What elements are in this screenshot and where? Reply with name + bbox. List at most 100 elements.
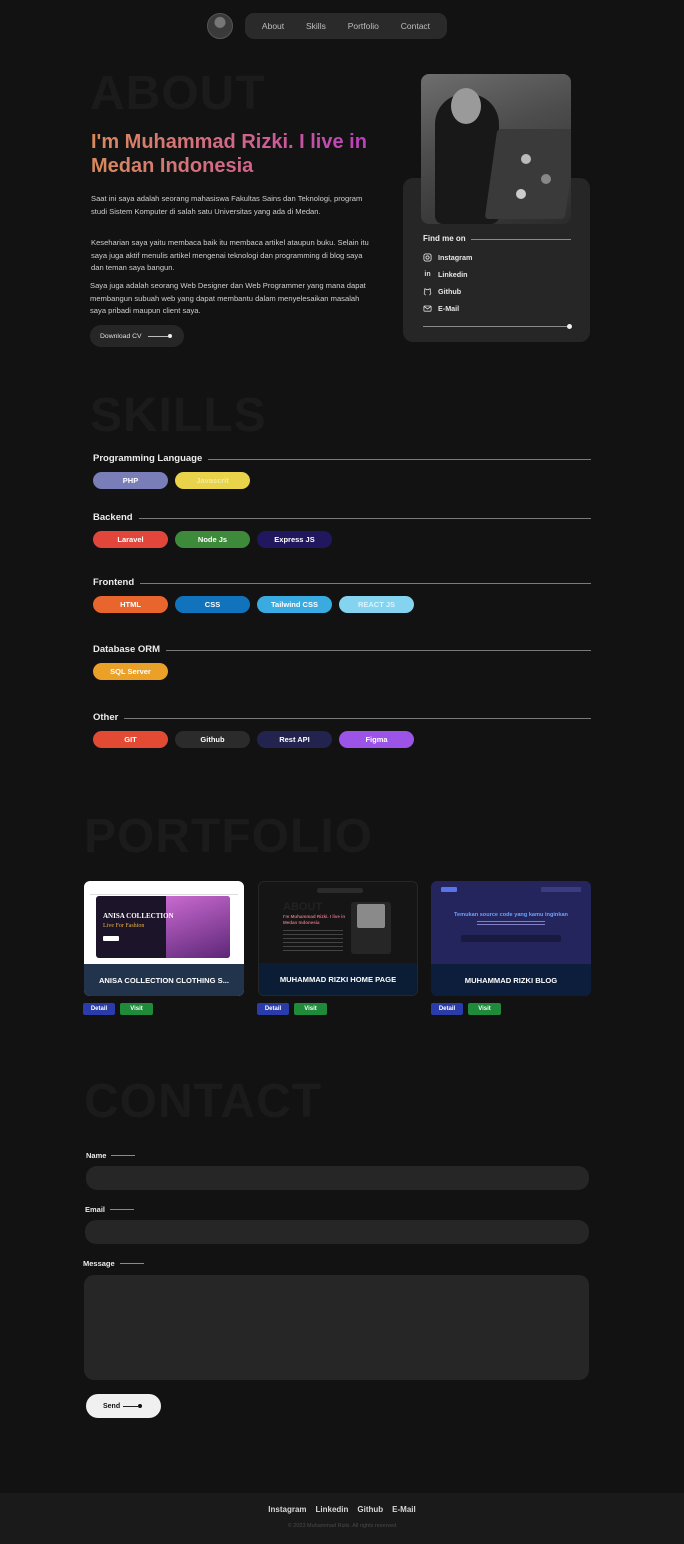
nav-about[interactable]: About (262, 21, 284, 31)
download-cv-label: Download CV (100, 332, 142, 340)
linkedin-icon: in (424, 271, 431, 278)
social-link-instagram[interactable]: Instagram (423, 253, 472, 262)
skill-badge: REACT JS (339, 596, 414, 613)
name-label-text: Name (86, 1151, 107, 1160)
skills-section-title: SKILLS (90, 389, 267, 442)
profile-photo (421, 74, 571, 224)
copyright: © 2023 Muhammad Rizki. All rights reserv… (287, 1523, 397, 1529)
visit-button[interactable]: Visit (120, 1003, 153, 1015)
skill-badge: GIT (93, 731, 168, 748)
email-field[interactable] (85, 1220, 589, 1244)
send-button[interactable]: Send (86, 1394, 161, 1418)
message-label-text: Message (83, 1259, 115, 1268)
mail-icon (423, 304, 432, 313)
about-headline: I'm Muhammad Rizki. I live in Medan Indo… (91, 130, 391, 178)
footer-link-instagram[interactable]: Instagram (268, 1505, 306, 1514)
button-dot (167, 334, 172, 338)
github-icon (423, 287, 432, 296)
thumb-navbar (90, 887, 238, 895)
name-field[interactable] (86, 1166, 589, 1190)
footer-link-linkedin[interactable]: Linkedin (316, 1505, 349, 1514)
detail-button[interactable]: Detail (257, 1003, 289, 1015)
skill-category-title: Frontend (93, 577, 135, 588)
divider (471, 239, 571, 240)
thumb-button (103, 936, 119, 941)
button-dot (138, 1404, 143, 1408)
skill-category-title: Programming Language (93, 453, 203, 464)
footer-links: Instagram Linkedin Github E-Mail (0, 1505, 684, 1514)
skill-badge: SQL Server (93, 663, 168, 680)
thumb-heading: ABOUT (283, 901, 323, 913)
thumb-model (166, 896, 230, 958)
portfolio-card[interactable]: Temukan source code yang kamu inginkan M… (431, 881, 591, 996)
about-paragraph: Keseharian saya yaitu membaca baik itu m… (91, 238, 369, 272)
button-line (123, 1405, 139, 1407)
visit-button[interactable]: Visit (468, 1003, 501, 1015)
nav-skills[interactable]: Skills (306, 21, 326, 31)
about-paragraph: Saya juga adalah seorang Web Designer da… (90, 281, 366, 315)
skill-badge: Github (175, 731, 250, 748)
skill-badge: CSS (175, 596, 250, 613)
message-label: Message (83, 1259, 144, 1268)
divider-dot (567, 324, 572, 329)
thumb-photo (357, 904, 385, 928)
skill-badge: Javascrit (175, 472, 250, 489)
skill-badge: PHP (93, 472, 168, 489)
social-link-github[interactable]: Github (423, 287, 461, 296)
portfolio-card-title: ANISA COLLECTION CLOTHING S... (84, 964, 244, 996)
thumb-search (461, 935, 561, 942)
portfolio-card[interactable]: ABOUT I'm Muhammad Rizki. I live in Meda… (258, 881, 418, 996)
thumb-heading: ANISA COLLECTION (103, 912, 174, 920)
footer-link-email[interactable]: E-Mail (392, 1505, 416, 1514)
social-label: Linkedin (438, 270, 468, 279)
skill-category-title: Backend (93, 512, 133, 523)
message-field[interactable] (84, 1275, 589, 1380)
thumb-card (351, 902, 391, 954)
social-label: E-Mail (438, 304, 460, 313)
contact-section-title: CONTACT (84, 1075, 323, 1128)
category-divider (138, 518, 591, 519)
about-paragraph: Saat ini saya adalah seorang mahasiswa F… (91, 194, 363, 216)
nav-contact[interactable]: Contact (401, 21, 430, 31)
skill-badge: HTML (93, 596, 168, 613)
social-label: Instagram (438, 253, 473, 262)
name-label: Name (86, 1151, 136, 1160)
download-cv-button[interactable]: Download CV (90, 325, 184, 347)
portfolio-section-title: PORTFOLIO (84, 810, 373, 863)
social-link-email[interactable]: E-Mail (423, 304, 459, 313)
top-nav: About Skills Portfolio Contact (245, 13, 447, 39)
footer-link-github[interactable]: Github (357, 1505, 383, 1514)
skill-category-title: Other (93, 712, 119, 723)
thumb-navbar (441, 887, 581, 893)
instagram-icon (423, 253, 432, 262)
thumb-text-lines (283, 930, 343, 954)
skill-category-title: Database ORM (93, 644, 161, 655)
social-label: Github (438, 287, 462, 296)
send-label: Send (103, 1402, 121, 1410)
footer (0, 1493, 684, 1544)
nav-portfolio[interactable]: Portfolio (348, 21, 379, 31)
visit-button[interactable]: Visit (294, 1003, 327, 1015)
email-label-text: Email (85, 1205, 106, 1214)
skill-badge: Tailwind CSS (257, 596, 332, 613)
category-divider (124, 718, 591, 719)
email-label: Email (85, 1205, 135, 1214)
button-line (147, 335, 168, 337)
social-link-linkedin[interactable]: in Linkedin (423, 270, 468, 279)
avatar[interactable] (207, 13, 233, 39)
thumb-hero: ANISA COLLECTION Live For Fashion (96, 896, 230, 958)
portfolio-card[interactable]: ANISA COLLECTION Live For Fashion ANISA … (84, 881, 244, 996)
skill-badge: Figma (339, 731, 414, 748)
skill-badge: Laravel (93, 531, 168, 548)
skill-badge: Rest API (257, 731, 332, 748)
thumb-text-lines (477, 921, 545, 927)
category-divider (140, 583, 591, 584)
thumb-subheading: I'm Muhammad Rizki. I live in Medan Indo… (283, 914, 346, 925)
detail-button[interactable]: Detail (431, 1003, 463, 1015)
find-me-title: Find me on (423, 234, 466, 243)
about-section-title: ABOUT (90, 67, 266, 120)
divider (423, 326, 568, 327)
thumb-subheading: Live For Fashion (103, 923, 145, 929)
detail-button[interactable]: Detail (83, 1003, 115, 1015)
portfolio-card-title: MUHAMMAD RIZKI HOME PAGE (259, 963, 417, 995)
